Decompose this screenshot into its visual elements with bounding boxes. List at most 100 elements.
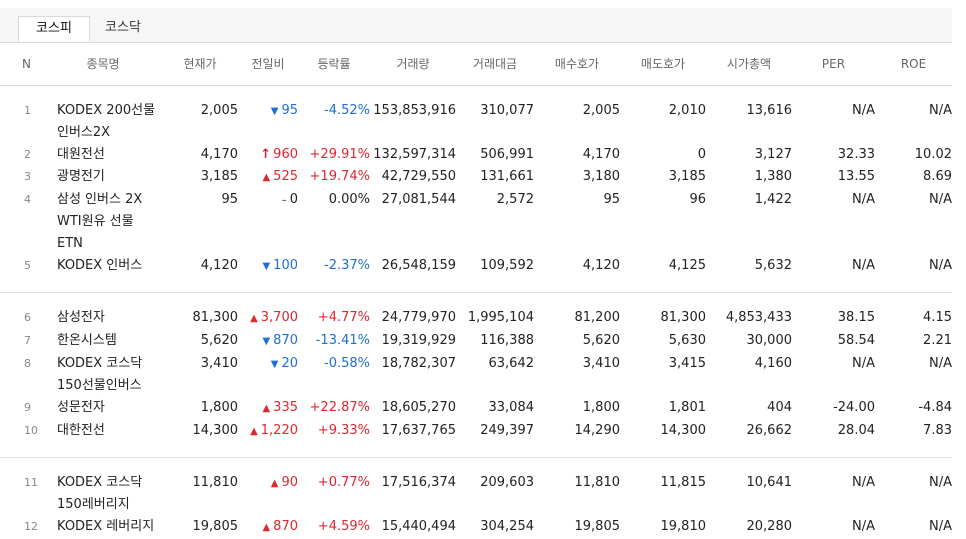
volume: 153,853,916 bbox=[373, 103, 456, 118]
stock-name-link[interactable]: KODEX 200선물인버스2X bbox=[44, 100, 162, 144]
table-row[interactable]: 4 삼성 인버스 2X WTI원유 선물 ETN 95–0 0.00% 27,081,5… bbox=[0, 189, 952, 255]
tab-kospi[interactable]: 코스피 bbox=[18, 16, 90, 42]
current-price: 3,410 bbox=[200, 356, 238, 371]
change-cell: ▼ 870 bbox=[238, 330, 298, 353]
market-tabs: 코스피 코스닥 bbox=[0, 8, 952, 43]
bid-price: 19,805 bbox=[574, 519, 621, 534]
volume: 24,779,970 bbox=[381, 310, 456, 325]
roe-value: -4.84 bbox=[918, 400, 952, 415]
current-price: 4,170 bbox=[200, 147, 238, 162]
table-row[interactable]: 9 성문전자 1,800 ▲ 335 +22.87% 18,605,270 33,084 1,8… bbox=[0, 397, 952, 420]
col-roe[interactable]: ROE bbox=[875, 42, 952, 86]
table-row[interactable]: 3 광명전기 3,185 ▲ 525 +19.74% 42,729,550 131,661 3,… bbox=[0, 166, 952, 189]
change-value: 960 bbox=[273, 147, 298, 162]
table-row[interactable]: 2 대원전선 4,170 ↑ 960 +29.91% 132,597,314 506,991 4… bbox=[0, 144, 952, 166]
col-price[interactable]: 현재가 bbox=[162, 42, 238, 86]
table-row[interactable]: 5 KODEX 인버스 4,120 ▼ 100 -2.37% 26,548,159 109,5… bbox=[0, 255, 952, 278]
per-value: N/A bbox=[852, 519, 875, 534]
bid-price: 4,170 bbox=[582, 147, 620, 162]
row-separator bbox=[0, 86, 952, 101]
up-arrow-icon: ▲ bbox=[270, 478, 279, 489]
row-number: 6 bbox=[24, 311, 31, 324]
table-row[interactable]: 12 KODEX 레버리지 19,805 ▲ 870 +4.59% 15,440,494 30… bbox=[0, 516, 952, 539]
row-separator bbox=[0, 293, 952, 307]
stock-name-link[interactable]: 삼성전자 bbox=[44, 307, 162, 330]
row-number: 7 bbox=[24, 334, 31, 347]
stock-name-link[interactable]: KODEX 레버리지 bbox=[44, 516, 162, 539]
table-row[interactable]: 8 KODEX 코스닥150선물인버스 3,410 ▼ 20 -0.58% 18,782,3… bbox=[0, 353, 952, 397]
market-cap: 20,280 bbox=[746, 519, 793, 534]
stock-name-link[interactable]: 삼성 인버스 2X WTI원유 선물 ETN bbox=[44, 189, 162, 255]
stock-name-link[interactable]: KODEX 코스닥150선물인버스 bbox=[44, 353, 162, 397]
change-rate: -0.58% bbox=[324, 356, 370, 371]
change-cell: ▲ 525 bbox=[238, 166, 298, 189]
trade-amount: 116,388 bbox=[480, 333, 534, 348]
stock-name-link[interactable]: 대원전선 bbox=[44, 144, 162, 166]
tab-kosdaq[interactable]: 코스닥 bbox=[90, 16, 156, 42]
trade-amount: 63,642 bbox=[488, 356, 535, 371]
trade-amount: 506,991 bbox=[480, 147, 534, 162]
col-cap[interactable]: 시가총액 bbox=[706, 42, 792, 86]
ask-price: 81,300 bbox=[660, 310, 707, 325]
bid-price: 3,410 bbox=[582, 356, 620, 371]
down-arrow-icon: ▼ bbox=[270, 106, 279, 117]
stock-name-link[interactable]: KODEX 인버스 bbox=[44, 255, 162, 278]
market-cap: 4,160 bbox=[754, 356, 792, 371]
row-separator bbox=[0, 278, 952, 293]
up-arrow-icon: ▲ bbox=[262, 522, 271, 533]
col-rate[interactable]: 등락률 bbox=[298, 42, 370, 86]
table-header: N 종목명 현재가 전일비 등락률 거래량 거래대금 매수호가 매도호가 시가총… bbox=[0, 42, 952, 86]
change-value: 0 bbox=[289, 192, 298, 207]
col-name[interactable]: 종목명 bbox=[44, 42, 162, 86]
row-number: 12 bbox=[24, 520, 38, 533]
per-value: N/A bbox=[852, 356, 875, 371]
current-price: 95 bbox=[221, 192, 238, 207]
change-cell: –0 bbox=[238, 189, 298, 255]
table-row[interactable]: 1 KODEX 200선물인버스2X 2,005 ▼ 95 -4.52% 153,853,9… bbox=[0, 100, 952, 144]
market-cap: 3,127 bbox=[754, 147, 792, 162]
up-arrow-icon: ▲ bbox=[262, 172, 271, 183]
col-volume[interactable]: 거래량 bbox=[370, 42, 456, 86]
table-row[interactable]: 7 한온시스템 5,620 ▼ 870 -13.41% 19,319,929 116,388 5… bbox=[0, 330, 952, 353]
col-change[interactable]: 전일비 bbox=[238, 42, 298, 86]
stock-name-link[interactable]: 광명전기 bbox=[44, 166, 162, 189]
stock-name-link[interactable]: 한온시스템 bbox=[44, 330, 162, 353]
change-cell: ▼ 95 bbox=[238, 100, 298, 144]
ask-price: 3,185 bbox=[668, 169, 706, 184]
change-cell: ↑ 960 bbox=[238, 144, 298, 166]
ask-price: 19,810 bbox=[660, 519, 707, 534]
trade-amount: 2,572 bbox=[496, 192, 534, 207]
stock-name-link[interactable]: KODEX 코스닥150레버리지 bbox=[44, 472, 162, 516]
up-arrow-icon: ▲ bbox=[250, 426, 258, 437]
stock-name-link[interactable]: 대한전선 bbox=[44, 420, 162, 443]
current-price: 2,005 bbox=[200, 103, 238, 118]
roe-value: N/A bbox=[929, 475, 952, 490]
roe-value: 4.15 bbox=[923, 310, 952, 325]
table-row[interactable]: 10 대한전선 14,300 ▲ 1,220 +9.33% 17,637,765 249,39… bbox=[0, 420, 952, 443]
col-bid[interactable]: 매수호가 bbox=[534, 42, 620, 86]
col-per[interactable]: PER bbox=[792, 42, 875, 86]
change-rate: +22.87% bbox=[309, 400, 370, 415]
row-number: 9 bbox=[24, 401, 31, 414]
table-row[interactable]: 6 삼성전자 81,300 ▲ 3,700 +4.77% 24,779,970 1,995,1… bbox=[0, 307, 952, 330]
volume: 26,548,159 bbox=[381, 258, 456, 273]
change-value: 1,220 bbox=[260, 423, 298, 438]
market-cap: 13,616 bbox=[746, 103, 793, 118]
roe-value: N/A bbox=[929, 519, 952, 534]
change-rate: -13.41% bbox=[315, 333, 370, 348]
change-cell: ▼ 20 bbox=[238, 353, 298, 397]
table-row[interactable]: 11 KODEX 코스닥150레버리지 11,810 ▲ 90 +0.77% 17,516,… bbox=[0, 472, 952, 516]
change-cell: ▲ 90 bbox=[238, 472, 298, 516]
bid-price: 81,200 bbox=[574, 310, 621, 325]
change-cell: ▲ 335 bbox=[238, 397, 298, 420]
col-amount[interactable]: 거래대금 bbox=[456, 42, 534, 86]
volume: 27,081,544 bbox=[381, 192, 456, 207]
stock-name-link[interactable]: 성문전자 bbox=[44, 397, 162, 420]
change-cell: ▼ 100 bbox=[238, 255, 298, 278]
roe-value: 10.02 bbox=[914, 147, 952, 162]
col-ask[interactable]: 매도호가 bbox=[620, 42, 706, 86]
volume: 132,597,314 bbox=[373, 147, 456, 162]
change-cell: ▲ 1,220 bbox=[238, 420, 298, 443]
trade-amount: 109,592 bbox=[480, 258, 534, 273]
roe-value: 8.69 bbox=[923, 169, 952, 184]
